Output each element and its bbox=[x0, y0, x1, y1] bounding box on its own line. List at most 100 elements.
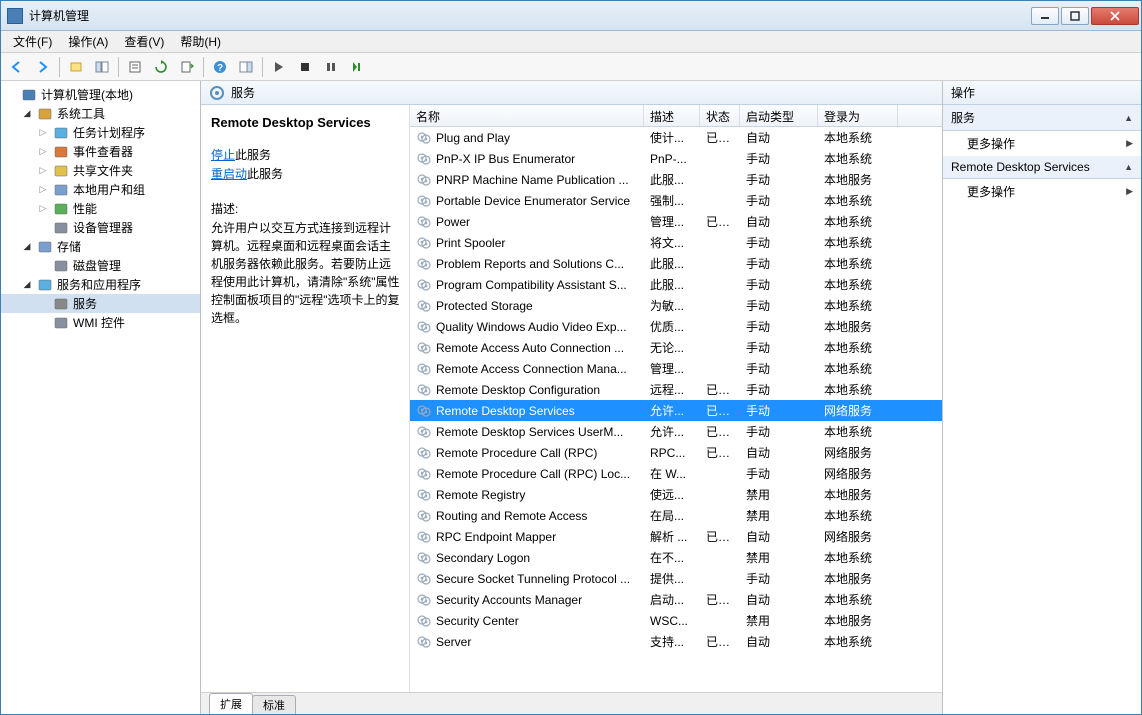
service-row[interactable]: RPC Endpoint Mapper解析 ...已启动自动网络服务 bbox=[410, 526, 942, 547]
actions-section-selected-service[interactable]: Remote Desktop Services ▲ bbox=[943, 156, 1141, 179]
action-more-selected[interactable]: 更多操作 ▶ bbox=[943, 179, 1141, 204]
service-row[interactable]: Remote Access Connection Mana...管理...手动本… bbox=[410, 358, 942, 379]
column-logon-as[interactable]: 登录为 bbox=[818, 105, 898, 126]
restart-service-link[interactable]: 重启动 bbox=[211, 167, 247, 181]
service-row[interactable]: Remote Procedure Call (RPC) Loc...在 W...… bbox=[410, 463, 942, 484]
close-button[interactable] bbox=[1091, 7, 1139, 25]
service-name-cell: Plug and Play bbox=[410, 128, 644, 148]
minimize-button[interactable] bbox=[1031, 7, 1059, 25]
show-hide-tree-button[interactable] bbox=[90, 55, 114, 79]
tree-toggle-icon[interactable]: ▷ bbox=[37, 165, 49, 176]
pause-service-button[interactable] bbox=[319, 55, 343, 79]
service-startup-cell: 手动 bbox=[740, 400, 818, 421]
export-button[interactable] bbox=[175, 55, 199, 79]
service-row[interactable]: Remote Procedure Call (RPC)RPC...已启动自动网络… bbox=[410, 442, 942, 463]
stop-service-button[interactable] bbox=[293, 55, 317, 79]
service-row[interactable]: Secondary Logon在不...禁用本地系统 bbox=[410, 547, 942, 568]
tree-node[interactable]: 计算机管理(本地) bbox=[1, 85, 200, 104]
menu-view[interactable]: 查看(V) bbox=[116, 31, 172, 52]
service-row[interactable]: Portable Device Enumerator Service强制...手… bbox=[410, 190, 942, 211]
tree-toggle-icon[interactable]: ◢ bbox=[21, 108, 33, 119]
service-row[interactable]: Problem Reports and Solutions C...此服...手… bbox=[410, 253, 942, 274]
service-icon bbox=[416, 172, 432, 188]
start-service-button[interactable] bbox=[267, 55, 291, 79]
tree-toggle-icon[interactable]: ▷ bbox=[37, 184, 49, 195]
tree-node[interactable]: ◢存储 bbox=[1, 237, 200, 256]
navigation-tree[interactable]: 计算机管理(本地)◢系统工具▷任务计划程序▷事件查看器▷共享文件夹▷本地用户和组… bbox=[1, 81, 201, 714]
service-status-cell: 已启动 bbox=[700, 400, 740, 421]
tree-node[interactable]: ◢服务和应用程序 bbox=[1, 275, 200, 294]
service-row[interactable]: Power管理...已启动自动本地系统 bbox=[410, 211, 942, 232]
restart-service-button[interactable] bbox=[345, 55, 369, 79]
service-row[interactable]: Protected Storage为敏...手动本地系统 bbox=[410, 295, 942, 316]
service-row[interactable]: PNRP Machine Name Publication ...此服...手动… bbox=[410, 169, 942, 190]
service-logon-cell: 本地服务 bbox=[818, 169, 898, 190]
service-status-cell bbox=[700, 577, 740, 581]
properties-button[interactable] bbox=[123, 55, 147, 79]
help-button[interactable]: ? bbox=[208, 55, 232, 79]
service-row[interactable]: Remote Access Auto Connection ...无论...手动… bbox=[410, 337, 942, 358]
tab-standard[interactable]: 标准 bbox=[252, 695, 296, 714]
service-row[interactable]: Remote Desktop Services UserM...允许...已启动… bbox=[410, 421, 942, 442]
up-button[interactable] bbox=[64, 55, 88, 79]
service-logon-cell: 网络服务 bbox=[818, 442, 898, 463]
tree-node[interactable]: 设备管理器 bbox=[1, 218, 200, 237]
column-startup-type[interactable]: 启动类型 bbox=[740, 105, 818, 126]
service-row[interactable]: Security CenterWSC...禁用本地服务 bbox=[410, 610, 942, 631]
actions-section-services[interactable]: 服务 ▲ bbox=[943, 105, 1141, 131]
service-name-cell: Routing and Remote Access bbox=[410, 506, 644, 526]
show-hide-action-button[interactable] bbox=[234, 55, 258, 79]
service-logon-cell: 本地系统 bbox=[818, 337, 898, 358]
tree-node[interactable]: 服务 bbox=[1, 294, 200, 313]
tree-node[interactable]: 磁盘管理 bbox=[1, 256, 200, 275]
tree-toggle-icon[interactable]: ◢ bbox=[21, 279, 33, 290]
menu-file[interactable]: 文件(F) bbox=[5, 31, 60, 52]
service-desc-cell: 将文... bbox=[644, 232, 700, 253]
service-row[interactable]: Print Spooler将文...手动本地系统 bbox=[410, 232, 942, 253]
column-status[interactable]: 状态 bbox=[700, 105, 740, 126]
services-icon bbox=[53, 296, 69, 312]
detail-desc-text: 允许用户以交互方式连接到远程计算机。远程桌面和远程桌面会话主机服务器依赖此服务。… bbox=[211, 219, 401, 327]
tab-extended[interactable]: 扩展 bbox=[209, 693, 253, 714]
column-name[interactable]: 名称 bbox=[410, 105, 644, 126]
tree-node[interactable]: ◢系统工具 bbox=[1, 104, 200, 123]
action-more-services[interactable]: 更多操作 ▶ bbox=[943, 131, 1141, 156]
service-row[interactable]: Security Accounts Manager启动...已启动自动本地系统 bbox=[410, 589, 942, 610]
tree-node[interactable]: ▷任务计划程序 bbox=[1, 123, 200, 142]
tree-node[interactable]: ▷性能 bbox=[1, 199, 200, 218]
tree-node[interactable]: ▷共享文件夹 bbox=[1, 161, 200, 180]
service-row[interactable]: Remote Desktop Configuration远程...已启动手动本地… bbox=[410, 379, 942, 400]
content-pane: 服务 Remote Desktop Services 停止此服务 重启动此服务 … bbox=[201, 81, 943, 714]
menu-action[interactable]: 操作(A) bbox=[60, 31, 116, 52]
tree-toggle-icon[interactable]: ▷ bbox=[37, 203, 49, 214]
stop-service-link[interactable]: 停止 bbox=[211, 148, 235, 162]
service-row[interactable]: Secure Socket Tunneling Protocol ...提供..… bbox=[410, 568, 942, 589]
tree-toggle-icon[interactable]: ◢ bbox=[21, 241, 33, 252]
service-row[interactable]: Plug and Play使计...已启动自动本地系统 bbox=[410, 127, 942, 148]
sched-icon bbox=[53, 125, 69, 141]
tree-toggle-icon[interactable]: ▷ bbox=[37, 127, 49, 138]
tree-node[interactable]: ▷本地用户和组 bbox=[1, 180, 200, 199]
service-row[interactable]: Quality Windows Audio Video Exp...优质...手… bbox=[410, 316, 942, 337]
services-list-body[interactable]: Plug and Play使计...已启动自动本地系统PnP-X IP Bus … bbox=[410, 127, 942, 692]
service-icon bbox=[416, 424, 432, 440]
service-row[interactable]: Remote Desktop Services允许...已启动手动网络服务 bbox=[410, 400, 942, 421]
column-description[interactable]: 描述 bbox=[644, 105, 700, 126]
tree-node[interactable]: WMI 控件 bbox=[1, 313, 200, 332]
service-row[interactable]: Routing and Remote Access在局...禁用本地系统 bbox=[410, 505, 942, 526]
service-icon bbox=[416, 277, 432, 293]
back-button[interactable] bbox=[5, 55, 29, 79]
toolbar-separator bbox=[262, 57, 263, 77]
service-startup-cell: 禁用 bbox=[740, 547, 818, 568]
tree-toggle-icon[interactable]: ▷ bbox=[37, 146, 49, 157]
service-row[interactable]: Remote Registry使远...禁用本地服务 bbox=[410, 484, 942, 505]
maximize-button[interactable] bbox=[1061, 7, 1089, 25]
menu-help[interactable]: 帮助(H) bbox=[172, 31, 229, 52]
service-row[interactable]: PnP-X IP Bus EnumeratorPnP-...手动本地系统 bbox=[410, 148, 942, 169]
service-row[interactable]: Server支持...已启动自动本地系统 bbox=[410, 631, 942, 652]
service-startup-cell: 禁用 bbox=[740, 505, 818, 526]
tree-node[interactable]: ▷事件查看器 bbox=[1, 142, 200, 161]
service-row[interactable]: Program Compatibility Assistant S...此服..… bbox=[410, 274, 942, 295]
refresh-button[interactable] bbox=[149, 55, 173, 79]
forward-button[interactable] bbox=[31, 55, 55, 79]
